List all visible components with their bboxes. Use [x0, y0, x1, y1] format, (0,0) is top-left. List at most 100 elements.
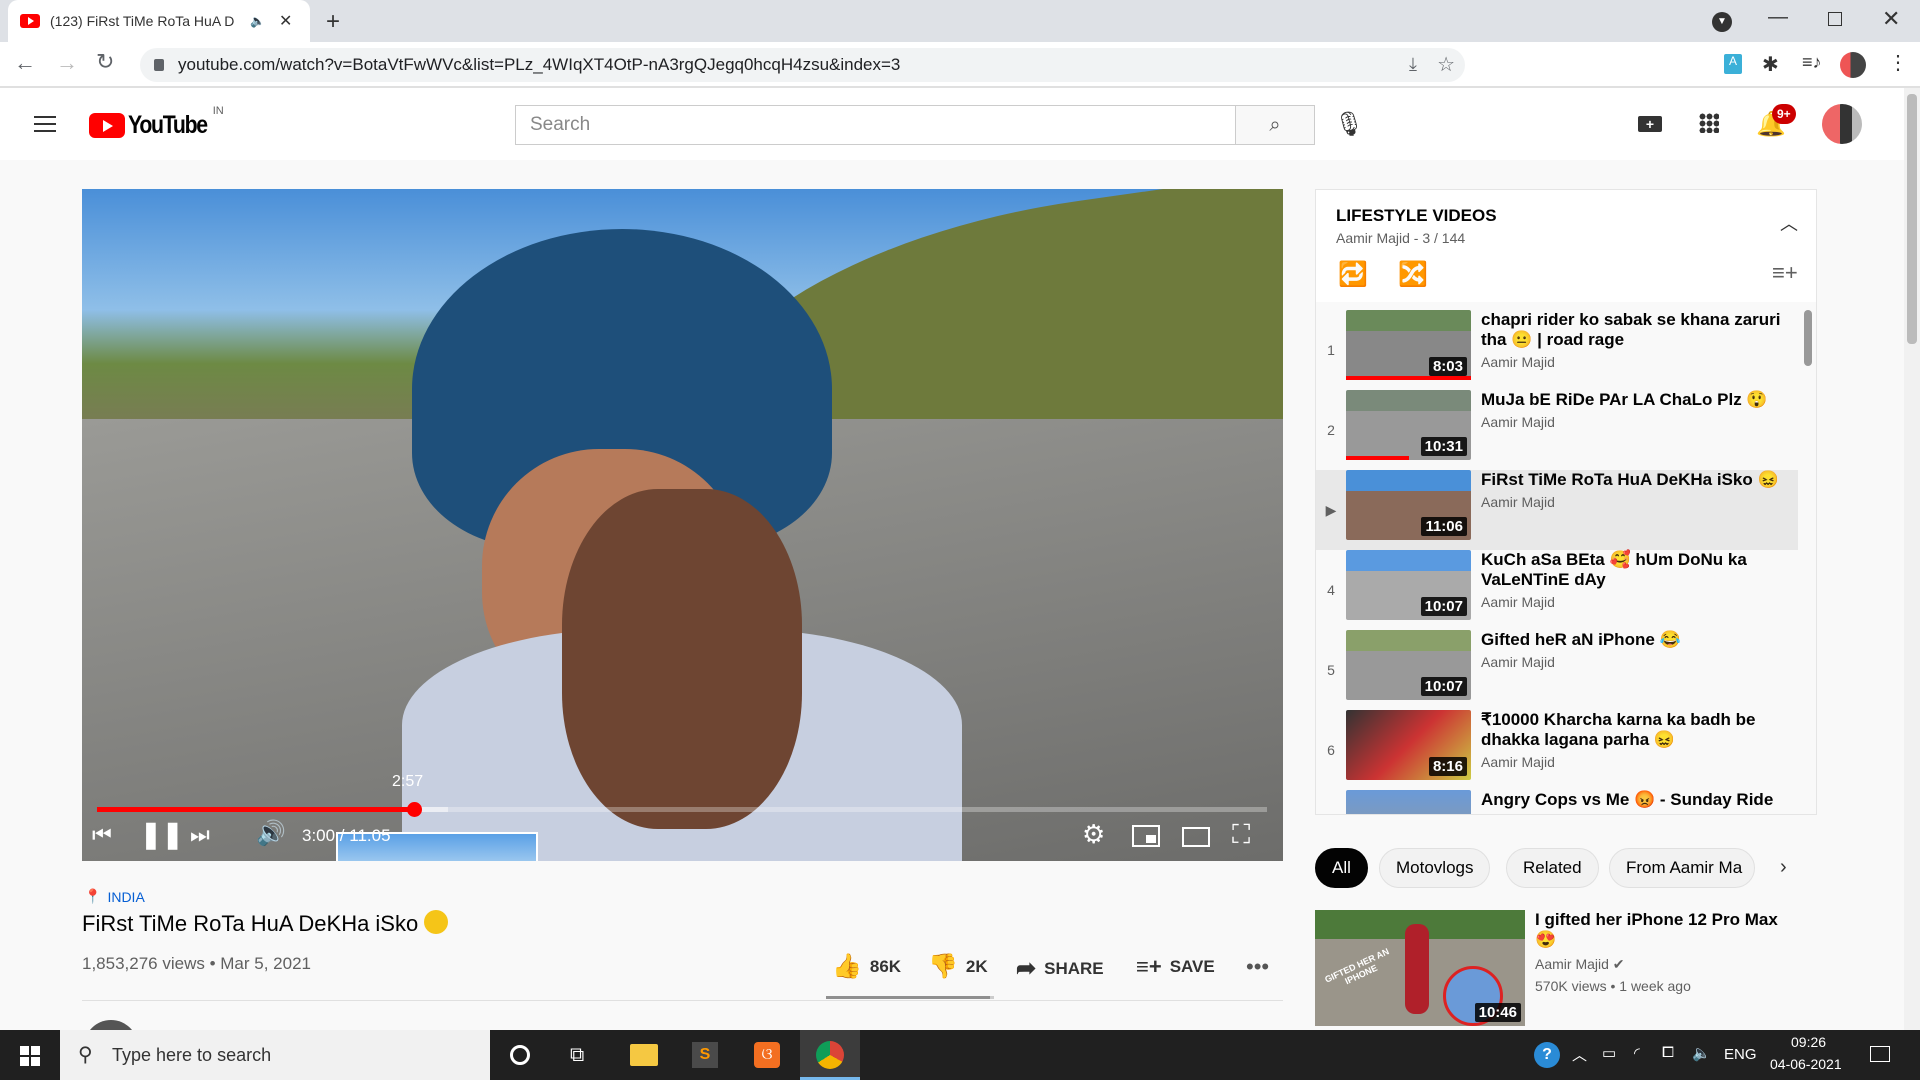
chip-all[interactable]: All	[1315, 848, 1368, 888]
apps-grid-icon[interactable]	[1699, 113, 1719, 133]
playlist-item[interactable]: Angry Cops vs Me 😡 - Sunday Ride	[1316, 790, 1798, 814]
sublime-text-icon[interactable]: S	[692, 1042, 718, 1068]
playlist-item-thumbnail[interactable]: 10:31	[1346, 390, 1471, 460]
video-player[interactable]: 2:57 ⏮ ❚❚ ⏭ 🔊 3:00 / 11:05 ⚙ ⛶	[82, 189, 1283, 861]
forward-icon[interactable]: →	[56, 50, 78, 76]
playlist-item-channel: Aamir Majid	[1481, 754, 1555, 770]
display-icon[interactable]: ⧠	[1662, 1044, 1674, 1061]
loop-icon[interactable]: 🔁	[1338, 260, 1368, 289]
save-button[interactable]: ≡+ SAVE	[1136, 954, 1215, 980]
hamburger-menu-icon[interactable]	[34, 116, 56, 132]
recommended-channel[interactable]: Aamir Majid ✔	[1535, 956, 1625, 973]
save-playlist-icon[interactable]: ≡+	[1772, 260, 1798, 286]
playlist-item[interactable]: 6 8:16 ₹10000 Kharcha karna ka badh be d…	[1316, 710, 1798, 790]
close-tab-icon[interactable]: ✕	[279, 11, 292, 31]
show-hidden-icons-chevron[interactable]: ︿	[1572, 1044, 1587, 1065]
action-center-icon[interactable]	[1870, 1046, 1890, 1062]
wifi-icon[interactable]: ◜	[1634, 1044, 1640, 1062]
theater-mode-icon[interactable]	[1182, 827, 1210, 847]
new-tab-icon[interactable]: +	[326, 8, 340, 36]
account-avatar[interactable]	[1822, 104, 1862, 144]
windows-taskbar: ⚲ Type here to search ⧉ S ଓ ? ︿ ▭ ◜ ⧠ 🔈 …	[0, 1030, 1920, 1080]
playlist-item[interactable]: 2 10:31 MuJa bE RiDe PAr LA ChaLo Plz 😲 A…	[1316, 390, 1798, 470]
speaker-icon[interactable]: 🔈	[250, 14, 265, 28]
miniplayer-icon[interactable]	[1132, 825, 1160, 847]
collapse-chevron-icon[interactable]: ︿	[1780, 210, 1798, 236]
playlist-item-thumbnail[interactable]: 8:16	[1346, 710, 1471, 780]
playlist-item[interactable]: 4 10:07 KuCh aSa BEta 🥰 hUm DoNu ka VaLe…	[1316, 550, 1798, 630]
media-control-icon[interactable]: ≡♪	[1802, 52, 1822, 73]
page-scrollbar[interactable]	[1904, 88, 1920, 1030]
playlist-item-thumbnail[interactable]	[1346, 790, 1471, 814]
cortana-icon[interactable]	[510, 1045, 530, 1065]
progress-bar[interactable]	[97, 802, 1267, 817]
previous-icon[interactable]: ⏮	[92, 822, 112, 848]
playlist-scrollbar[interactable]	[1804, 310, 1812, 366]
address-bar[interactable]: youtube.com/watch?v=BotaVtFwWVc&list=PLz…	[140, 48, 1465, 82]
extensions-puzzle-icon[interactable]: ✱	[1762, 52, 1779, 77]
battery-icon[interactable]: ▭	[1602, 1044, 1616, 1062]
video-title-text: FiRst TiMe RoTa HuA DeKHa iSko	[82, 911, 419, 936]
install-icon[interactable]: ⤓	[1409, 54, 1417, 75]
chip-motovlogs[interactable]: Motovlogs	[1379, 848, 1491, 888]
chrome-taskbar-button[interactable]	[800, 1030, 860, 1080]
like-count: 86K	[869, 956, 902, 976]
taskbar-search-input[interactable]: ⚲ Type here to search	[60, 1030, 490, 1080]
chip-related[interactable]: Related	[1506, 848, 1599, 888]
tab-strip: (123) FiRst TiMe RoTa HuA D 🔈 ✕ + ▼ — ✕	[0, 0, 1920, 42]
file-explorer-icon[interactable]	[630, 1044, 658, 1066]
settings-gear-icon[interactable]: ⚙	[1082, 819, 1105, 850]
more-actions-icon[interactable]: •••	[1246, 954, 1269, 980]
recommended-title[interactable]: I gifted her iPhone 12 Pro Max 😍	[1535, 910, 1795, 950]
browser-tab[interactable]: (123) FiRst TiMe RoTa HuA D 🔈 ✕	[8, 0, 310, 42]
clock-date[interactable]: 04-06-2021	[1770, 1056, 1842, 1072]
like-button[interactable]: 👍 86K	[832, 952, 901, 981]
search-button[interactable]: ⌕	[1235, 105, 1315, 145]
xampp-icon[interactable]: ଓ	[754, 1042, 780, 1068]
progress-scrubber-handle[interactable]	[407, 802, 423, 817]
window-close-icon[interactable]: ✕	[1882, 6, 1900, 32]
youtube-logo[interactable]: YouTube IN	[89, 105, 224, 140]
playlist-item-thumbnail[interactable]: 8:03	[1346, 310, 1471, 380]
playlist-title[interactable]: LIFESTYLE VIDEOS	[1336, 206, 1497, 226]
volume-icon[interactable]: 🔊	[256, 819, 286, 848]
pause-icon[interactable]: ❚❚	[140, 819, 184, 850]
chips-next-chevron-icon[interactable]: ›	[1780, 856, 1787, 879]
recommended-video[interactable]: GIFTED HER AN IPHONE 10:46 I gifted her …	[1315, 910, 1875, 1030]
microphone-icon[interactable]: 🎙	[1334, 110, 1364, 139]
playlist-item-index: 6	[1327, 742, 1335, 758]
create-video-icon[interactable]: +	[1638, 116, 1662, 132]
share-button[interactable]: ➦ SHARE	[1016, 954, 1104, 983]
playlist-item-thumbnail[interactable]: 10:07	[1346, 630, 1471, 700]
chip-from-channel[interactable]: From Aamir Ma	[1609, 848, 1755, 888]
clock-time[interactable]: 09:26	[1791, 1034, 1826, 1050]
recommended-thumbnail[interactable]: GIFTED HER AN IPHONE 10:46	[1315, 910, 1525, 1026]
sentiment-bar	[826, 996, 994, 999]
tab-search-icon[interactable]: ▼	[1712, 12, 1732, 32]
next-icon[interactable]: ⏭	[190, 822, 210, 848]
help-icon[interactable]: ?	[1534, 1042, 1560, 1068]
profile-avatar[interactable]	[1840, 52, 1866, 78]
fullscreen-icon[interactable]: ⛶	[1232, 819, 1250, 851]
task-view-icon[interactable]: ⧉	[570, 1044, 584, 1067]
shuffle-icon[interactable]: 🔀	[1398, 260, 1428, 289]
playlist-item-thumbnail[interactable]: 11:06	[1346, 470, 1471, 540]
bookmark-star-icon[interactable]: ☆	[1437, 52, 1455, 77]
location-tag[interactable]: 📍 INDIA	[84, 888, 145, 905]
volume-icon[interactable]: 🔈	[1692, 1044, 1711, 1062]
playlist-item[interactable]: ▶ 11:06 FiRst TiMe RoTa HuA DeKHa iSko 😖…	[1316, 470, 1798, 550]
language-indicator[interactable]: ENG	[1724, 1046, 1757, 1063]
playlist-item-thumbnail[interactable]: 10:07	[1346, 550, 1471, 620]
duration-badge: 11:06	[1421, 517, 1467, 536]
restore-icon[interactable]	[1828, 12, 1842, 26]
minimize-icon[interactable]: —	[1768, 6, 1788, 29]
browser-menu-icon[interactable]: ⋮	[1888, 50, 1908, 75]
extension-translate-icon[interactable]: A	[1724, 54, 1742, 74]
dislike-button[interactable]: 👎 2K	[928, 952, 988, 981]
reload-icon[interactable]: ↻	[96, 49, 114, 75]
playlist-item[interactable]: 5 10:07 Gifted heR aN iPhone 😂 Aamir Maji…	[1316, 630, 1798, 710]
windows-start-icon[interactable]	[20, 1046, 40, 1066]
search-input[interactable]: Search	[515, 105, 1235, 145]
back-icon[interactable]: ←	[14, 50, 36, 76]
playlist-item[interactable]: 1 8:03 chapri rider ko sabak se khana za…	[1316, 310, 1798, 390]
